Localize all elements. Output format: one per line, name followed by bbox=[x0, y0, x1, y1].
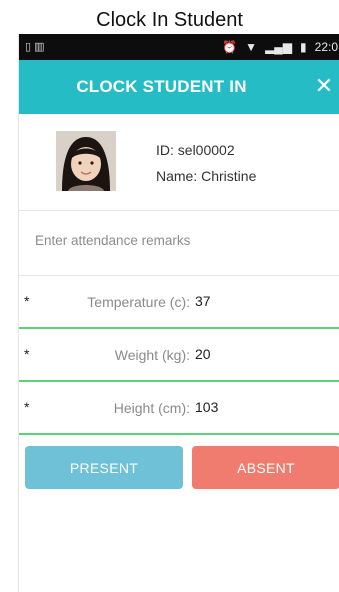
status-bar: ▯ ▥ ⏰ ▼ ▂▄▆ ▮ 22:0 bbox=[19, 34, 339, 60]
required-marker: * bbox=[24, 399, 30, 415]
phone-screen: ▯ ▥ ⏰ ▼ ▂▄▆ ▮ 22:0 CLOCK STUDENT IN ✕ ID… bbox=[18, 34, 339, 592]
student-info: ID: sel00002 Name: Christine bbox=[19, 114, 339, 211]
action-buttons: PRESENT ABSENT bbox=[19, 435, 339, 505]
remarks-section bbox=[19, 211, 339, 276]
alarm-icon: ⏰ bbox=[222, 40, 238, 54]
dialog-title: CLOCK STUDENT IN bbox=[76, 77, 247, 96]
required-marker: * bbox=[24, 346, 30, 362]
page-heading: Clock In Student bbox=[96, 9, 243, 31]
status-time: 22:0 bbox=[314, 40, 338, 54]
status-icons: ⏰ ▼ ▂▄▆ ▮ 22:0 bbox=[222, 40, 338, 54]
weight-row: * Weight (kg): bbox=[19, 329, 339, 382]
height-label: Height (cm): bbox=[113, 400, 190, 416]
weight-input[interactable] bbox=[195, 346, 315, 362]
absent-button[interactable]: ABSENT bbox=[192, 446, 339, 489]
notification-icons: ▯ ▥ bbox=[25, 41, 45, 53]
dialog-header: CLOCK STUDENT IN ✕ bbox=[19, 60, 339, 114]
student-avatar bbox=[56, 131, 116, 191]
present-button[interactable]: PRESENT bbox=[25, 446, 183, 489]
temperature-input[interactable] bbox=[195, 293, 315, 309]
student-name: Name: Christine bbox=[156, 168, 257, 184]
signal-icon: ▂▄▆ bbox=[265, 40, 293, 54]
weight-label: Weight (kg): bbox=[114, 347, 190, 363]
temperature-row: * Temperature (c): bbox=[19, 276, 339, 329]
battery-icon: ▮ bbox=[300, 40, 307, 54]
attendance-remarks-input[interactable] bbox=[35, 225, 325, 255]
height-input[interactable] bbox=[195, 399, 315, 415]
avatar-photo-icon bbox=[56, 131, 116, 191]
wifi-icon: ▼ bbox=[245, 40, 258, 54]
temperature-label: Temperature (c): bbox=[87, 294, 190, 310]
required-marker: * bbox=[24, 293, 30, 309]
student-id: ID: sel00002 bbox=[156, 142, 235, 158]
height-row: * Height (cm): bbox=[19, 382, 339, 435]
close-icon[interactable]: ✕ bbox=[312, 74, 336, 98]
